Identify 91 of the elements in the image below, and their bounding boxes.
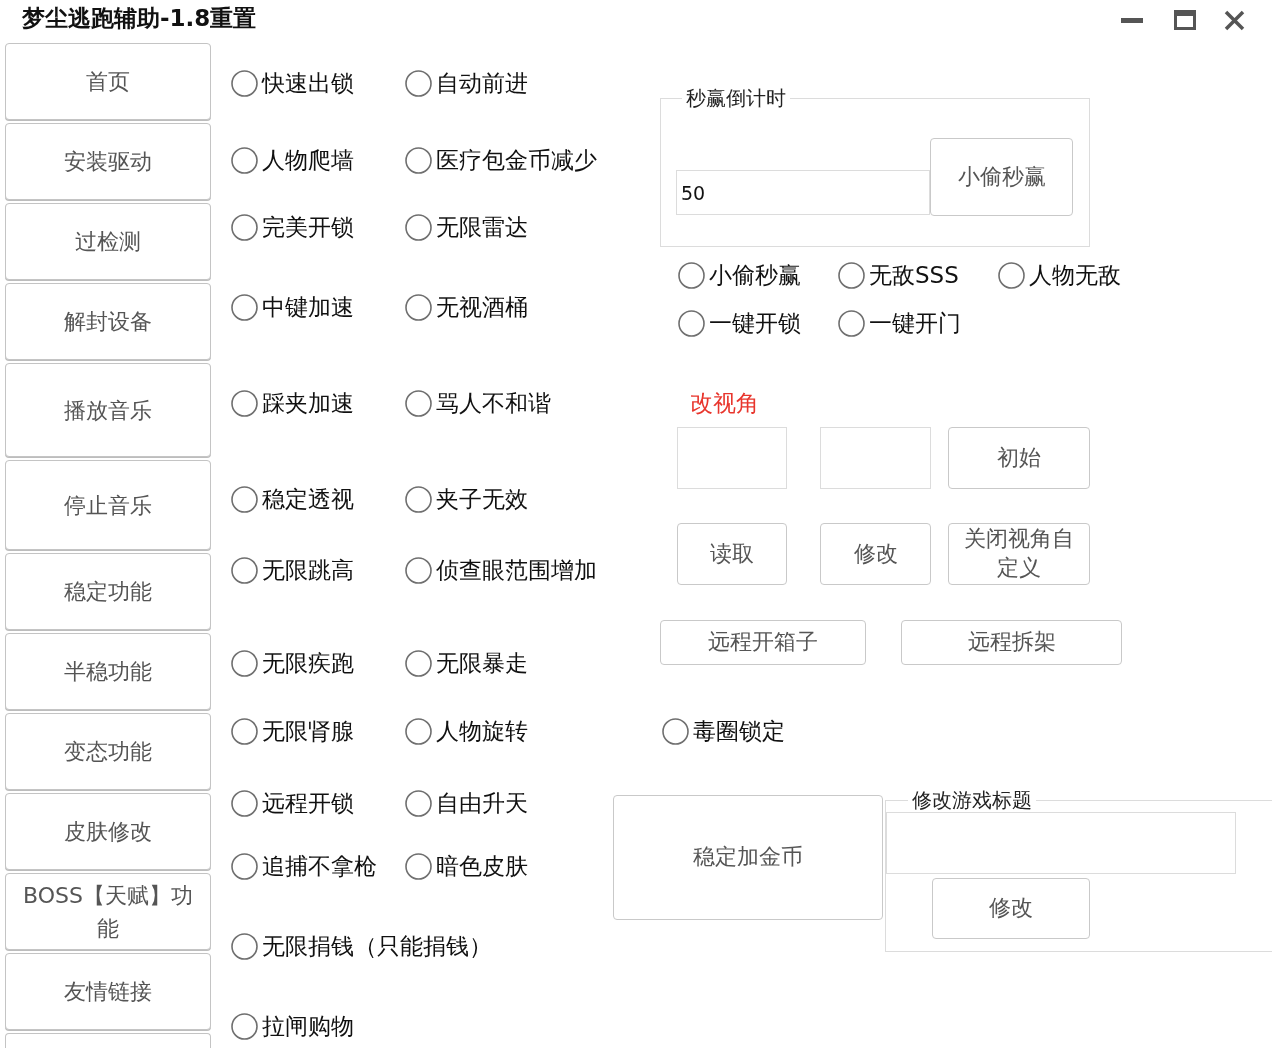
radio-button[interactable] [231,146,258,174]
option-label: 一键开门 [869,309,961,337]
reset-button[interactable]: 初始 [948,427,1090,489]
option-label: 人物无敌 [1029,261,1121,289]
option-label: 小偷秒赢 [709,261,801,289]
radio-button[interactable] [838,309,865,337]
option-label: 追捕不拿枪 [262,852,377,880]
radio-button[interactable] [231,717,258,745]
option-label: 远程开锁 [262,789,354,817]
radio-button[interactable] [678,309,705,337]
nav-button[interactable]: 安装驱动 [5,123,211,200]
radio-button[interactable] [838,261,865,289]
angle-button[interactable]: 修改 [820,523,931,585]
radio-button[interactable] [231,789,258,817]
option-label: 医疗包金币减少 [436,146,597,174]
nav-button[interactable]: 稳定功能 [5,553,211,630]
angle-button[interactable]: 读取 [677,523,787,585]
radio-button[interactable] [231,852,258,880]
radio-button[interactable] [231,69,258,97]
radio-button[interactable] [662,717,689,745]
radio-button[interactable] [405,717,432,745]
option-label: 夹子无效 [436,485,528,513]
option-label: 暗色皮肤 [436,852,528,880]
maximize-icon[interactable] [1174,10,1196,30]
option-label: 无限雷达 [436,213,528,241]
radio-button[interactable] [998,261,1025,289]
option-label: 无视酒桶 [436,293,528,321]
close-icon[interactable] [1224,9,1245,31]
option-label: 骂人不和谐 [436,389,551,417]
option-label: 自动前进 [436,69,528,97]
option-label: 侦查眼范围增加 [436,556,597,584]
window-title: 梦尘逃跑辅助-1.8重置 [22,4,257,33]
radio-button[interactable] [405,485,432,513]
group-legend: 秒赢倒计时 [682,86,790,110]
option-label: 踩夹加速 [262,389,354,417]
option-label: 无限疾跑 [262,649,354,677]
nav-button[interactable]: 首页 [5,43,211,120]
nav-button[interactable]: 解封设备 [5,283,211,360]
radio-button[interactable] [405,213,432,241]
option-label: 拉闸购物 [262,1012,354,1040]
nav-button[interactable]: 过检测 [5,203,211,280]
angle-input[interactable] [820,427,931,489]
option-label: 快速出锁 [262,69,354,97]
option-label: 无敌SSS [869,261,959,289]
radio-button[interactable] [405,389,432,417]
coin-button[interactable]: 稳定加金币 [613,795,883,920]
radio-button[interactable] [405,789,432,817]
remote-button[interactable]: 远程拆架 [901,620,1122,665]
nav-button[interactable]: 播放音乐 [5,363,211,457]
nav-button[interactable]: 停止音乐 [5,460,211,550]
section-label: 改视角 [690,389,759,417]
radio-button[interactable] [405,69,432,97]
option-label: 一键开锁 [709,309,801,337]
radio-button[interactable] [405,293,432,321]
radio-button[interactable] [405,556,432,584]
nav-button[interactable]: 半稳功能 [5,633,211,710]
option-label: 无限跳高 [262,556,354,584]
option-label: 完美开锁 [262,213,354,241]
radio-button[interactable] [231,556,258,584]
option-label: 无限捐钱（只能捐钱） [262,932,492,960]
radio-button[interactable] [678,261,705,289]
radio-button[interactable] [231,649,258,677]
remote-button[interactable]: 远程开箱子 [660,620,866,665]
option-label: 毒圈锁定 [693,717,785,745]
countdown-button[interactable]: 小偷秒赢 [930,138,1073,216]
radio-button[interactable] [231,213,258,241]
option-label: 无限肾腺 [262,717,354,745]
option-label: 自由升天 [436,789,528,817]
radio-button[interactable] [231,485,258,513]
apply-button[interactable]: 修改 [932,878,1090,939]
radio-button[interactable] [405,146,432,174]
option-label: 人物旋转 [436,717,528,745]
radio-button[interactable] [231,1012,258,1040]
angle-input[interactable] [677,427,787,489]
countdown-input[interactable]: 50 [676,170,930,215]
option-label: 中键加速 [262,293,354,321]
title-input[interactable] [886,812,1236,874]
radio-button[interactable] [405,649,432,677]
option-label: 人物爬墙 [262,146,354,174]
option-label: 无限暴走 [436,649,528,677]
group-legend: 修改游戏标题 [908,788,1036,812]
angle-button[interactable]: 关闭视角自定义 [948,523,1090,585]
radio-button[interactable] [231,389,258,417]
option-label: 稳定透视 [262,485,354,513]
radio-button[interactable] [231,293,258,321]
radio-button[interactable] [231,932,258,960]
nav-button[interactable]: 友情链接 [5,953,211,1030]
radio-button[interactable] [405,852,432,880]
nav-button[interactable]: 变态功能 [5,713,211,790]
nav-button[interactable]: BOSS【天赋】功能 [5,873,211,950]
nav-button[interactable]: 皮肤修改 [5,793,211,870]
